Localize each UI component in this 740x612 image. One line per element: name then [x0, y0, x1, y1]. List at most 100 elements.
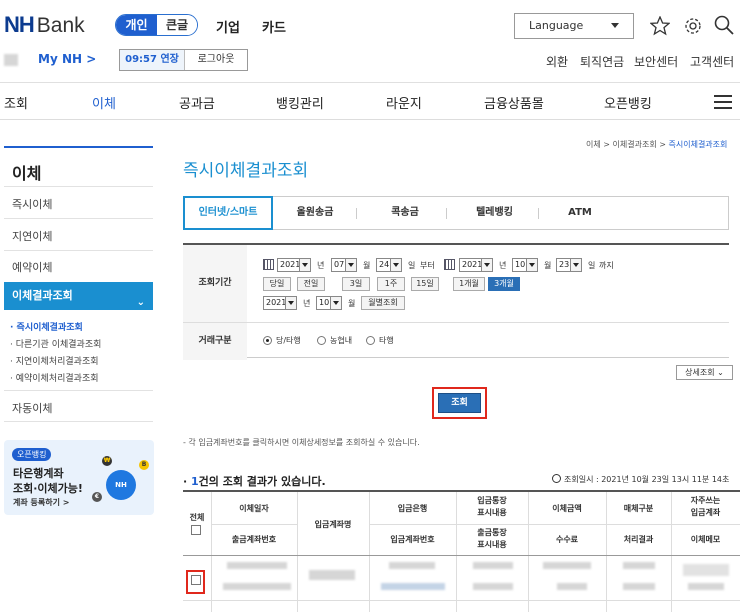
util-security[interactable]: 보안센터 — [634, 53, 678, 70]
gnb-products[interactable]: 금융상품몰 — [484, 93, 544, 112]
favorite-button[interactable] — [683, 564, 729, 576]
radio-nh-internal[interactable] — [317, 336, 326, 345]
banner-link[interactable]: 계좌 등록하기 > — [13, 497, 69, 508]
gnb-inquiry[interactable]: 조회 — [4, 93, 28, 112]
tab-large-font[interactable]: 큰글 — [157, 15, 197, 35]
divider — [4, 218, 153, 219]
util-customer[interactable]: 고객센터 — [690, 53, 734, 70]
tab-kok[interactable]: 콕송금 — [370, 197, 440, 229]
session-timer: 09:57 연장 로그아웃 — [119, 49, 248, 71]
unit-year: 년 — [499, 261, 507, 270]
banner-tag: 오픈뱅킹 — [12, 448, 52, 461]
result-table: 전체 이체일자 출금계좌번호 입금계좌명 입금은행 입금계좌번호 입금통장 표시… — [183, 490, 740, 612]
from-month-select[interactable]: 07 — [331, 258, 357, 272]
col-result: 처리결과 — [623, 535, 654, 544]
info-note: - 각 입금계좌번호를 클릭하시면 이체상세정보를 조회하실 수 있습니다. — [183, 438, 420, 447]
gnb-lounge[interactable]: 라운지 — [386, 93, 422, 112]
calendar-icon[interactable] — [263, 259, 274, 270]
banner-line2: 조회·이체가능! — [13, 482, 83, 495]
quick-1month-button[interactable]: 1개월 — [453, 277, 485, 291]
lnb-item-scheduled[interactable]: 예약이체 — [12, 259, 52, 275]
sub-other-org-result[interactable]: · 다른기관 이체결과조회 — [10, 337, 101, 350]
tab-telebanking[interactable]: 텔레뱅킹 — [457, 197, 532, 229]
col-recipient-name: 입금계좌명 — [314, 520, 352, 529]
col-transfer-date: 이체일자 — [239, 504, 269, 513]
to-month-select[interactable]: 10 — [512, 258, 538, 272]
language-select[interactable]: Language — [514, 13, 634, 39]
gnb-openbanking[interactable]: 오픈뱅킹 — [604, 93, 652, 112]
extend-session-button[interactable]: 09:57 연장 — [120, 50, 185, 70]
divider — [4, 250, 153, 251]
tab-atm[interactable]: ATM — [550, 197, 610, 229]
font-size-toggle[interactable]: 개인 큰글 — [115, 14, 198, 36]
gnb-banking-mgmt[interactable]: 뱅킹관리 — [276, 93, 324, 112]
quick-yesterday-button[interactable]: 전일 — [297, 277, 325, 291]
quick-1week-button[interactable]: 1주 — [377, 277, 405, 291]
tab-allone[interactable]: 올원송금 — [280, 197, 350, 229]
openbanking-banner[interactable]: 오픈뱅킹 타은행계좌 조회·이체가능! 계좌 등록하기 > ₩ B € NH — [4, 440, 154, 515]
nav-corporate[interactable]: 기업 — [216, 17, 240, 36]
chevron-down-icon: ⌄ — [136, 297, 145, 308]
calendar-icon[interactable] — [444, 259, 455, 270]
menu-icon[interactable] — [714, 95, 732, 113]
lnb-item-delayed[interactable]: 지연이체 — [12, 228, 52, 244]
util-pension[interactable]: 퇴직연금 — [580, 53, 624, 70]
to-day-select[interactable]: 23 — [556, 258, 582, 272]
lnb-title: 이체 — [12, 164, 42, 183]
select-all-checkbox[interactable] — [191, 525, 201, 535]
blurred-cell — [309, 570, 355, 580]
star-icon[interactable] — [650, 16, 670, 36]
lnb-item-auto[interactable]: 자동이체 — [12, 400, 52, 416]
logout-button[interactable]: 로그아웃 — [185, 50, 247, 70]
nh-bank-logo[interactable]: NH Bank — [4, 12, 85, 38]
mynh-link[interactable]: My NH > — [38, 52, 96, 66]
plus-icon: NH — [106, 470, 136, 500]
from-year-select[interactable]: 2021 — [277, 258, 311, 272]
sub-scheduled-result[interactable]: · 예약이체처리결과조회 — [10, 371, 99, 384]
detail-search-button[interactable]: 상세조회 ⌄ — [676, 365, 733, 380]
nav-card[interactable]: 카드 — [262, 17, 286, 36]
blurred-cell — [623, 583, 655, 590]
blurred-cell — [543, 562, 591, 569]
clock-icon — [552, 474, 561, 483]
radio-all-banks[interactable] — [263, 336, 272, 345]
query-button[interactable]: 조회 — [438, 393, 481, 413]
quick-3months-button[interactable]: 3개월 — [488, 277, 520, 291]
gear-icon[interactable] — [683, 16, 703, 36]
unit-month: 월 — [544, 261, 552, 270]
divider — [4, 421, 153, 422]
col-recipient-account: 입금계좌번호 — [390, 535, 435, 544]
recipient-account-link[interactable] — [381, 583, 445, 590]
quick-today-button[interactable]: 당일 — [263, 277, 291, 291]
sub-immediate-result[interactable]: · 즉시이체결과조회 — [10, 320, 83, 333]
to-year-select[interactable]: 2021 — [459, 258, 493, 272]
quick-3days-button[interactable]: 3일 — [342, 277, 370, 291]
radio-other-bank[interactable] — [366, 336, 375, 345]
blurred-cell — [623, 562, 655, 569]
gnb-utility[interactable]: 공과금 — [179, 93, 215, 112]
radio-all-banks-label: 당/타행 — [276, 336, 301, 345]
monthly-month-select[interactable]: 10 — [316, 296, 342, 310]
from-day-select[interactable]: 24 — [376, 258, 402, 272]
tab-internet-smart[interactable]: 인터넷/스마트 — [183, 196, 273, 230]
divider — [4, 390, 153, 391]
lnb-item-result-inquiry[interactable]: 이체결과조회 ⌄ — [4, 282, 153, 310]
quick-15days-button[interactable]: 15일 — [411, 277, 439, 291]
table-row — [227, 562, 287, 569]
from-suffix: 부터 — [420, 261, 435, 270]
row-checkbox[interactable] — [191, 575, 201, 585]
banner-line1: 타은행계좌 — [13, 467, 64, 480]
gnb-transfer[interactable]: 이체 — [92, 93, 116, 112]
sub-delayed-result[interactable]: · 지연이체처리결과조회 — [10, 354, 99, 367]
blurred-cell — [223, 583, 291, 590]
monthly-year-select[interactable]: 2021 — [263, 296, 297, 310]
blurred-cell — [473, 562, 513, 569]
util-forex[interactable]: 외환 — [546, 53, 568, 70]
tab-personal[interactable]: 개인 — [116, 15, 157, 35]
lnb-item-immediate[interactable]: 즉시이체 — [12, 196, 52, 212]
channel-tabs: 인터넷/스마트 올원송금 콕송금 텔레뱅킹 ATM — [183, 196, 729, 230]
col-amount: 이체금액 — [552, 504, 582, 513]
col-fee: 수수료 — [555, 535, 579, 544]
monthly-inquiry-button[interactable]: 월별조회 — [361, 296, 405, 310]
search-icon[interactable] — [714, 15, 734, 35]
